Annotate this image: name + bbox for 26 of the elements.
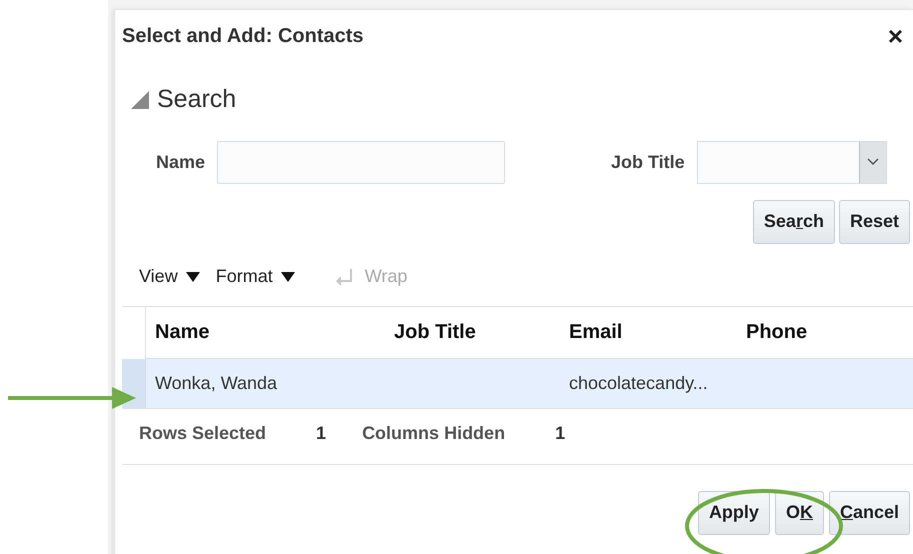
status-value: 1 — [316, 422, 326, 445]
name-field[interactable] — [217, 140, 506, 184]
table-cell-text: chocolatecandy... — [569, 372, 708, 395]
return-arrow-icon — [334, 266, 355, 286]
chevron-down-icon — [866, 158, 879, 166]
table-cell-text: Wonka, Wanda — [155, 372, 278, 394]
close-button[interactable]: × — [888, 23, 903, 49]
collapse-triangle-icon[interactable] — [131, 90, 149, 109]
status-value: 1 — [555, 422, 566, 445]
field-label: Job Title — [611, 150, 685, 174]
status-label: Columns Hidden — [362, 422, 506, 445]
caret-down-icon — [186, 272, 200, 282]
status-label: Rows Selected — [139, 422, 266, 445]
menu-button[interactable]: Format — [216, 263, 295, 290]
section-heading: Search — [157, 84, 236, 115]
search-button[interactable]: Search — [752, 200, 835, 244]
cancel-button[interactable]: Cancel — [828, 490, 910, 534]
field-label: Name — [156, 150, 206, 174]
table-row[interactable]: Wonka, Wanda chocolatecandy... — [122, 358, 913, 408]
caret-down-icon — [280, 272, 295, 282]
reset-button[interactable]: Reset — [838, 200, 910, 244]
job-title-dropdown[interactable] — [696, 140, 887, 184]
dialog-title: Select and Add: Contacts — [122, 24, 364, 49]
menu-button[interactable]: View — [139, 263, 200, 290]
ok-button[interactable]: OK — [774, 490, 824, 534]
apply-button[interactable]: Apply — [698, 490, 770, 534]
